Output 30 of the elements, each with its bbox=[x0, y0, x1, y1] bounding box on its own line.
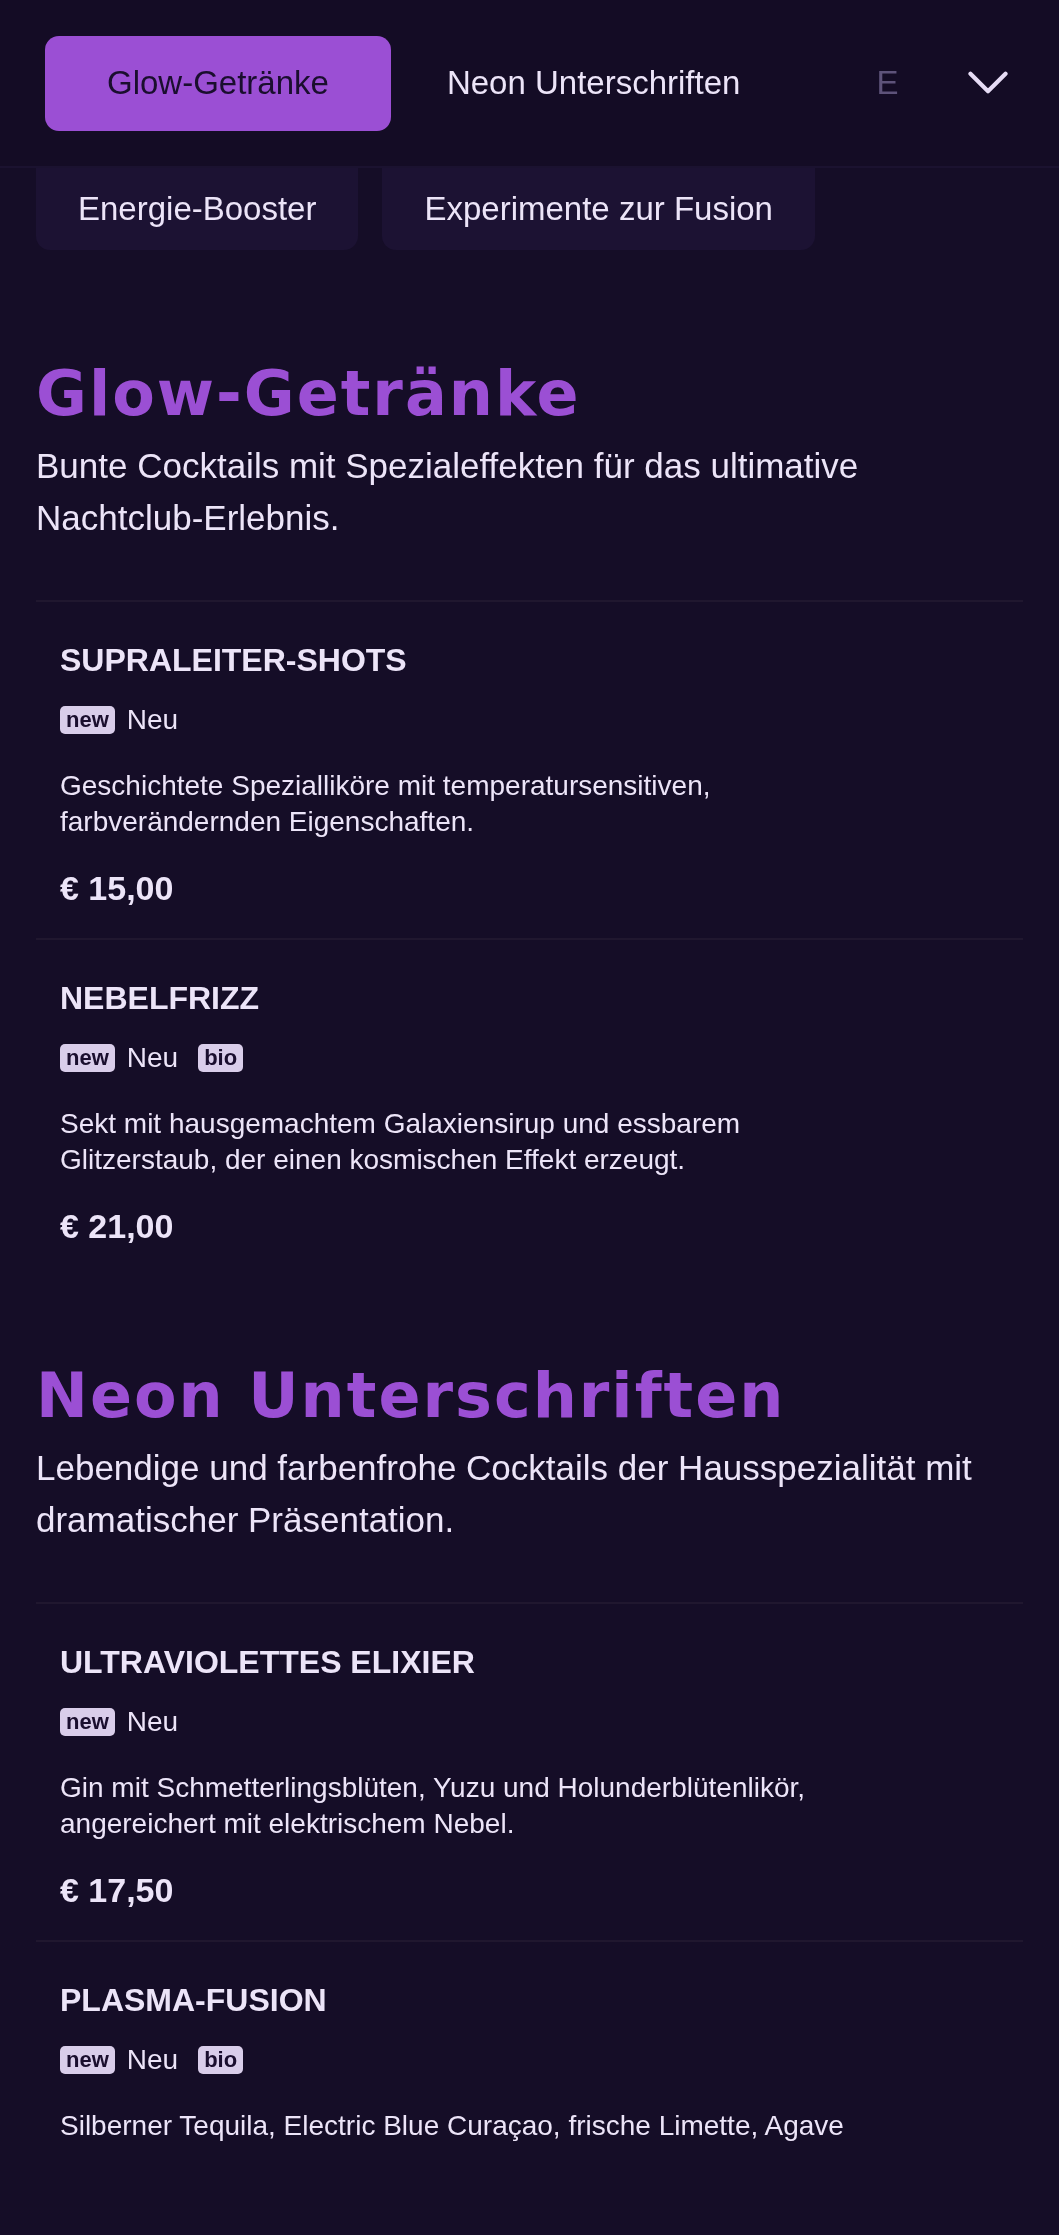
category-chip[interactable]: Experimente zur Fusion bbox=[382, 168, 815, 250]
item-price: € 15,00 bbox=[60, 868, 175, 909]
category-chip[interactable]: Energie-Booster bbox=[36, 168, 359, 250]
item-description: Sekt mit hausgemachtem Galaxiensirup und essbarem Glitzerstaub, der einen kosmischen Effekt erzeugt. bbox=[60, 1107, 742, 1177]
tag-badge: new bbox=[60, 2046, 115, 2074]
item-description: Geschichtete Spezialliköre mit temperatursensitiven, farbverändernden Eigenschaften. bbox=[60, 769, 712, 839]
tag-label: Neu bbox=[126, 1706, 179, 1738]
section-description: Lebendige und farbenfrohe Cocktails der Hausspezialität mit dramatischer Präsentation. bbox=[36, 1447, 973, 1541]
item-description: Silberner Tequila, Electric Blue Curaçao, frische Limette, Agave bbox=[60, 2109, 845, 2143]
category-tab[interactable]: Neon Unterschriften bbox=[410, 35, 777, 131]
item-name: NEBELFRIZZ bbox=[60, 979, 261, 1018]
tag-label: Neu bbox=[126, 1042, 179, 1074]
category-tab[interactable]: Glow-Getränke bbox=[45, 35, 391, 131]
tag-badge: bio bbox=[198, 1044, 244, 1072]
section-title: Neon Unterschriften bbox=[36, 1360, 787, 1432]
tag-label: Neu bbox=[126, 704, 179, 736]
item-name: ULTRAVIOLETTES ELIXIER bbox=[60, 1643, 476, 1682]
item-price: € 17,50 bbox=[60, 1870, 175, 1911]
tag-label: Neu bbox=[126, 2044, 179, 2076]
section-title: Glow-Getränke bbox=[36, 358, 582, 430]
tag-badge: bio bbox=[198, 2046, 244, 2074]
item-name: PLASMA-FUSION bbox=[60, 1981, 328, 2020]
tag-badge: new bbox=[60, 1708, 115, 1736]
chevron-down-icon[interactable] bbox=[967, 71, 1009, 95]
item-description: Gin mit Schmetterlingsblüten, Yuzu und Holunderblütenlikör, angereichert mit elektrischem Nebel. bbox=[60, 1771, 807, 1841]
item-price: € 21,00 bbox=[60, 1206, 175, 1247]
item-name: SUPRALEITER-SHOTS bbox=[60, 641, 408, 680]
tag-badge: new bbox=[60, 1044, 115, 1072]
tag-badge: new bbox=[60, 706, 115, 734]
section-description: Bunte Cocktails mit Spezialeffekten für das ultimative Nachtclub-Erlebnis. bbox=[36, 445, 860, 539]
